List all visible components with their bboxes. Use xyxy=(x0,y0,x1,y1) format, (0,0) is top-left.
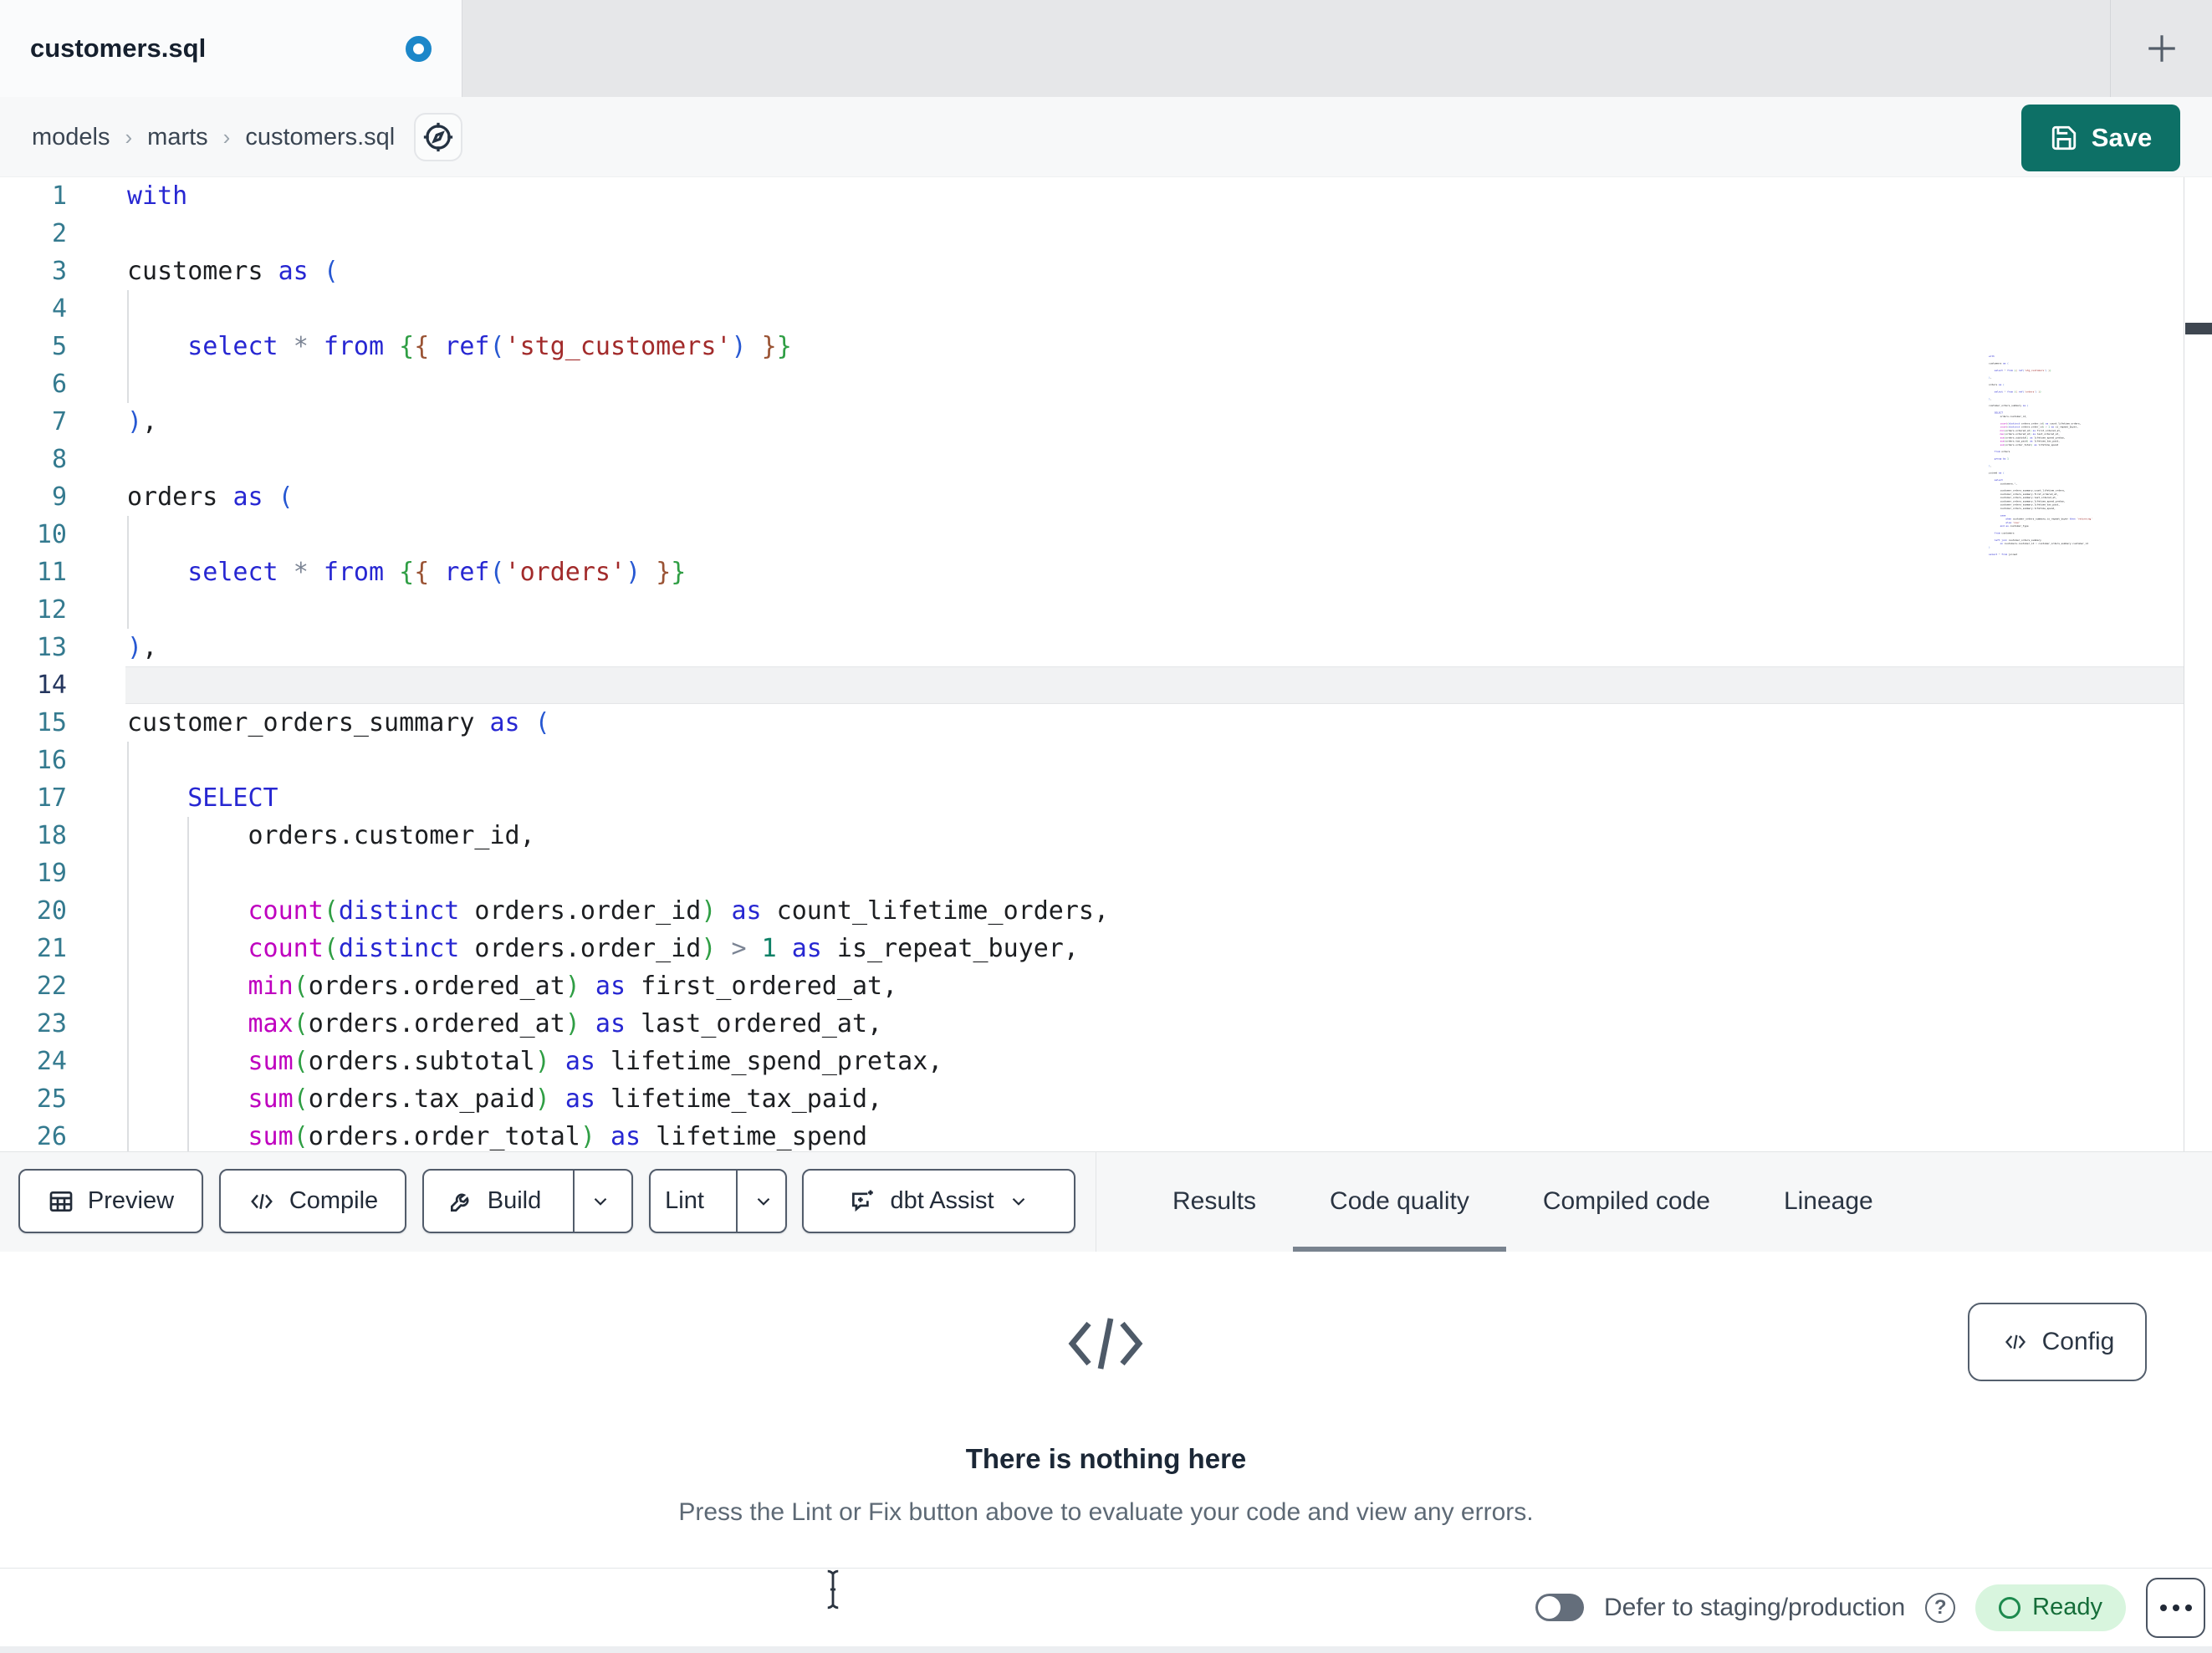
compile-button[interactable]: Compile xyxy=(219,1169,406,1233)
ellipsis-icon xyxy=(2159,1604,2167,1611)
config-button[interactable]: Config xyxy=(1968,1303,2147,1381)
config-label: Config xyxy=(2041,1328,2115,1355)
tab-compiled-code[interactable]: Compiled code xyxy=(1506,1151,1747,1252)
breadcrumb-file: customers.sql xyxy=(245,123,396,151)
assist-chat-icon xyxy=(848,1187,876,1216)
lint-dropdown-button[interactable] xyxy=(735,1171,789,1232)
preview-button[interactable]: Preview xyxy=(18,1169,203,1233)
build-label: Build xyxy=(487,1187,542,1214)
lineage-compass-button[interactable] xyxy=(414,113,462,161)
line-number-gutter: 1 2 3 4 5 6 7 8 9 10 11 12 13 14 15 16 17 18 19 20 21 22 23 24 2… xyxy=(36,181,67,1151)
defer-toggle[interactable] xyxy=(1535,1594,1584,1621)
ready-label: Ready xyxy=(2032,1594,2102,1620)
lint-split-button: Lint xyxy=(649,1169,787,1233)
compass-icon xyxy=(421,120,456,155)
empty-state-subtitle: Press the Lint or Fix button above to ev… xyxy=(678,1498,1534,1526)
breadcrumb-marts[interactable]: marts xyxy=(147,124,208,151)
editor-tab-bar: customers.sql xyxy=(0,0,2212,97)
save-button[interactable]: Save xyxy=(2021,105,2180,171)
chevron-down-icon xyxy=(590,1191,611,1212)
breadcrumb-separator: › xyxy=(125,124,133,150)
toggle-knob xyxy=(1537,1596,1561,1619)
status-badge: Ready xyxy=(1975,1584,2126,1631)
ready-circle-icon xyxy=(1999,1596,2021,1619)
scrollbar-marker[interactable] xyxy=(2185,323,2212,334)
wrench-icon xyxy=(447,1188,474,1215)
code-empty-state-icon xyxy=(1067,1304,1144,1383)
build-button[interactable]: Build xyxy=(429,1171,560,1232)
breadcrumb-separator: › xyxy=(222,124,231,150)
breadcrumb: models › marts › customers.sql xyxy=(32,97,395,177)
lint-button[interactable]: Lint xyxy=(646,1171,723,1232)
table-icon xyxy=(48,1188,74,1215)
tab-customers-sql[interactable]: customers.sql xyxy=(0,0,462,97)
code-content[interactable]: with customers as ( select * from {{ ref… xyxy=(127,177,2183,1151)
empty-state-title: There is nothing here xyxy=(965,1443,1247,1474)
plus-icon xyxy=(2144,31,2179,66)
tab-code-quality[interactable]: Code quality xyxy=(1293,1151,1506,1252)
tab-title: customers.sql xyxy=(30,33,207,63)
build-split-button: Build xyxy=(422,1169,633,1233)
minimap[interactable]: with customers as ( select * from {{ ref… xyxy=(1989,355,2183,565)
breadcrumb-models[interactable]: models xyxy=(32,124,110,151)
unsaved-changes-dot-icon xyxy=(406,35,432,62)
minimap-content: with customers as ( select * from {{ ref… xyxy=(1989,355,2092,556)
code-icon xyxy=(2000,1330,2031,1354)
chevron-down-icon xyxy=(753,1191,774,1212)
code-icon xyxy=(248,1189,276,1214)
dbt-assist-button[interactable]: dbt Assist xyxy=(802,1169,1075,1233)
defer-label: Defer to staging/production xyxy=(1603,1593,1906,1621)
chevron-down-icon xyxy=(1008,1191,1029,1212)
bottom-edge xyxy=(0,1646,2212,1653)
dbt-assist-label: dbt Assist xyxy=(890,1187,994,1214)
help-icon[interactable]: ? xyxy=(1925,1592,1956,1623)
tab-lineage[interactable]: Lineage xyxy=(1747,1151,1910,1252)
overflow-menu-button[interactable] xyxy=(2146,1577,2205,1638)
panel-tabs: Results Code quality Compiled code Linea… xyxy=(1136,1151,1910,1252)
tab-results[interactable]: Results xyxy=(1136,1151,1293,1252)
code-editor[interactable]: 1 2 3 4 5 6 7 8 9 10 11 12 13 14 15 16 17 18 19 20 21 22 23 24 2… xyxy=(0,177,2212,1151)
save-floppy-icon xyxy=(2050,124,2078,152)
build-dropdown-button[interactable] xyxy=(573,1171,626,1232)
lint-label: Lint xyxy=(665,1187,704,1214)
new-tab-button[interactable] xyxy=(2128,15,2195,82)
preview-label: Preview xyxy=(87,1187,175,1214)
tabbar-divider xyxy=(2110,0,2111,97)
save-label: Save xyxy=(2091,123,2153,152)
compile-label: Compile xyxy=(289,1187,379,1214)
